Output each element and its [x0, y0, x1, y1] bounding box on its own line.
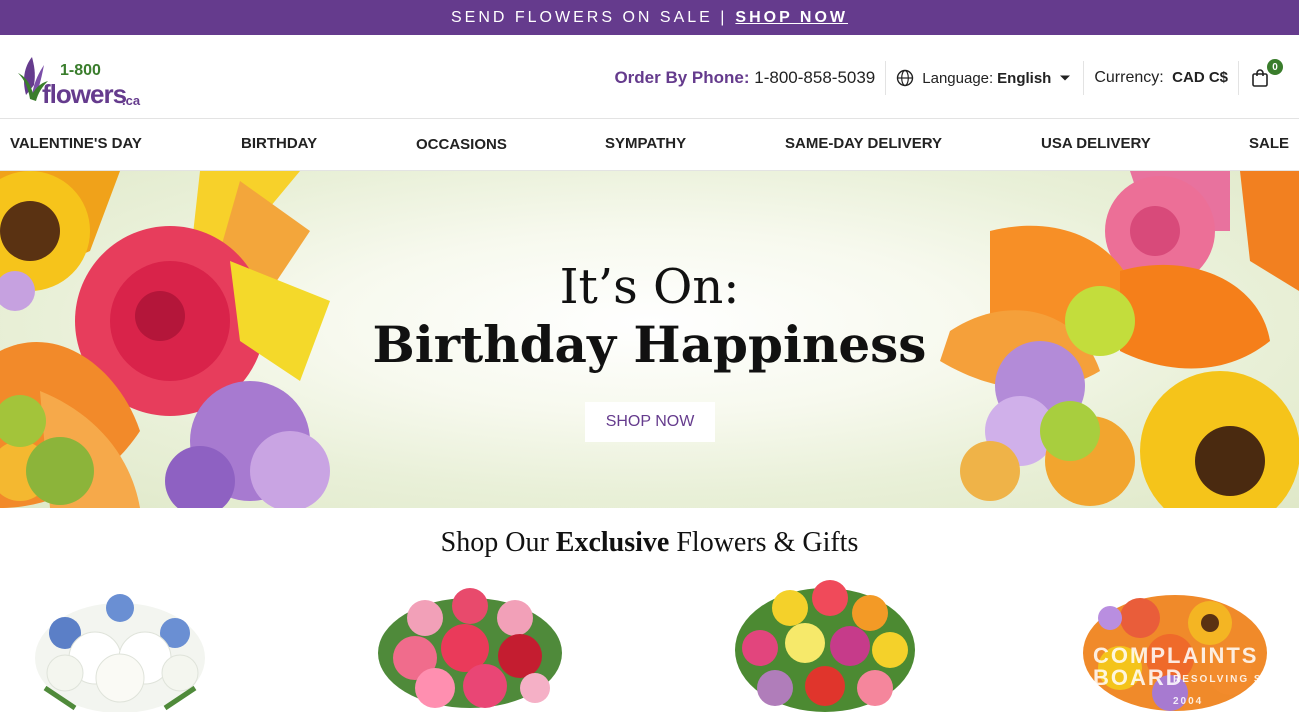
hero-heading-line1: It’s On:	[559, 259, 740, 315]
order-by-phone[interactable]: Order By Phone: 1-800-858-5039	[614, 68, 885, 88]
promo-shop-now-link[interactable]: SHOP NOW	[735, 9, 848, 27]
product-white-lily-bouquet-image[interactable]	[25, 578, 215, 712]
product-pink-gerbera-bouquet-image[interactable]	[375, 578, 565, 712]
language-value: English	[997, 69, 1052, 87]
section-title-bold: Exclusive	[555, 527, 670, 558]
phone-number[interactable]: 1-800-858-5039	[754, 68, 875, 87]
phone-label: Order By Phone:	[614, 68, 750, 87]
nav-item-birthday[interactable]: BIRTHDAY	[241, 135, 317, 152]
hero-banner[interactable]: It’s On: Birthday Happiness SHOP NOW	[0, 171, 1299, 508]
section-title: Shop Our Exclusive Flowers & Gifts	[0, 527, 1299, 559]
shopping-bag-icon	[1252, 69, 1268, 87]
cart-button[interactable]: 0	[1239, 59, 1299, 95]
currency-value: CAD C$	[1172, 69, 1228, 86]
nav-item-sympathy[interactable]: SYMPATHY	[605, 135, 686, 152]
hero-shop-now-button[interactable]: SHOP NOW	[585, 402, 715, 442]
promo-bar: SEND FLOWERS ON SALE | SHOP NOW	[0, 0, 1299, 35]
svg-text:1-800: 1-800	[60, 62, 101, 79]
nav-item-sale[interactable]: SALE	[1249, 135, 1289, 152]
brand-logo[interactable]: 1-800 flowers .ca	[12, 45, 152, 109]
globe-icon	[897, 69, 914, 87]
svg-text:.ca: .ca	[122, 93, 141, 108]
section-title-pre: Shop Our	[440, 527, 556, 558]
nav-item-occasions[interactable]: OCCASIONS	[416, 136, 507, 153]
header-utilities: Order By Phone: 1-800-858-5039 Language:…	[614, 59, 1299, 95]
hero-heading-line2: Birthday Happiness	[372, 315, 927, 374]
svg-text:flowers: flowers	[42, 79, 127, 109]
caret-down-icon	[1060, 75, 1071, 81]
main-navigation: VALENTINE'S DAY BIRTHDAY OCCASIONS SYMPA…	[0, 119, 1299, 171]
complaints-board-watermark: COMPLAINTS BOARD RESOLVING SINCE 2004	[1093, 645, 1299, 712]
currency-label: Currency:	[1094, 69, 1164, 86]
nav-item-valentines-day[interactable]: VALENTINE'S DAY	[10, 135, 142, 152]
language-label: Language:	[922, 69, 994, 87]
nav-item-same-day-delivery[interactable]: SAME-DAY DELIVERY	[785, 135, 942, 152]
product-rainbow-roses-bouquet-image[interactable]	[730, 578, 920, 712]
cart-count-badge: 0	[1267, 59, 1283, 75]
language-selector[interactable]: Language: English	[886, 69, 1083, 87]
currency-selector[interactable]: Currency: CAD C$	[1084, 69, 1238, 87]
watermark-tag: RESOLVING SINCE 2004	[1173, 674, 1295, 707]
promo-text: SEND FLOWERS ON SALE |	[450, 8, 728, 26]
section-title-post: Flowers & Gifts	[669, 527, 859, 558]
watermark-line1: COMPLAINTS	[1093, 643, 1259, 668]
nav-item-usa-delivery[interactable]: USA DELIVERY	[1041, 135, 1151, 152]
site-header: 1-800 flowers .ca Order By Phone: 1-800-…	[0, 35, 1299, 119]
